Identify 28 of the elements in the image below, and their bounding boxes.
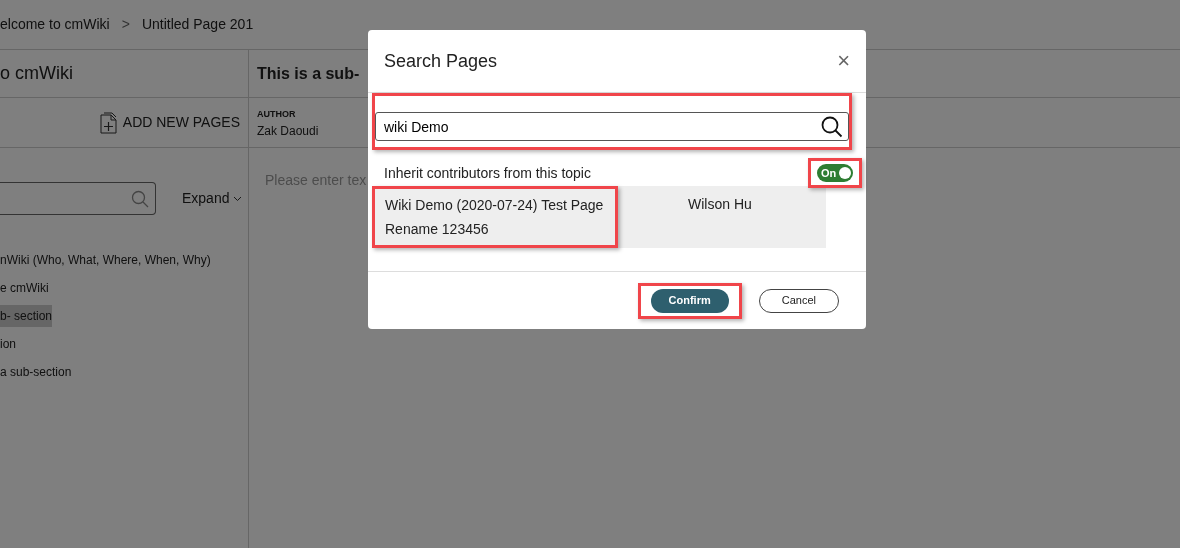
expand-button[interactable]: Expand: [182, 188, 243, 209]
result-contributor: Wilson Hu: [687, 195, 752, 214]
tree-item[interactable]: e cmWiki: [0, 277, 49, 299]
page-title: This is a sub-: [257, 63, 360, 84]
add-page-icon: [99, 111, 118, 134]
tree-item[interactable]: nWiki (Who, What, Where, When, Why): [0, 249, 211, 271]
toggle-switch[interactable]: On: [817, 164, 853, 182]
search-field[interactable]: wiki Demo: [375, 112, 849, 141]
sidebar-title: o cmWiki: [0, 62, 73, 85]
tree-item[interactable]: b- section: [0, 305, 53, 327]
tree-item[interactable]: ion: [0, 333, 16, 355]
breadcrumb-link[interactable]: elcome to cmWiki: [0, 14, 110, 35]
cancel-button[interactable]: Cancel: [758, 288, 839, 313]
add-new-pages-button[interactable]: ADD NEW PAGES: [99, 111, 240, 134]
dialog-title: Search Pages: [384, 49, 498, 73]
result-title[interactable]: Wiki Demo (2020-07-24) Test Page Rename 123456: [385, 193, 615, 241]
breadcrumb-current: Untitled Page 201: [141, 15, 254, 34]
search-field[interactable]: [0, 182, 156, 215]
search-icon: [821, 116, 843, 138]
chevron-icon: [233, 196, 243, 203]
close-button[interactable]: ×: [837, 50, 850, 72]
author-name: Zak Daoudi: [257, 122, 319, 140]
search-icon: [131, 189, 149, 208]
tree-item[interactable]: a sub-section: [0, 361, 72, 383]
author-label: AUTHOR: [257, 108, 296, 121]
confirm-button[interactable]: Confirm: [650, 288, 729, 313]
breadcrumb-separator: >: [121, 15, 130, 34]
toggle-label: Inherit contributors from this topic: [384, 163, 591, 183]
